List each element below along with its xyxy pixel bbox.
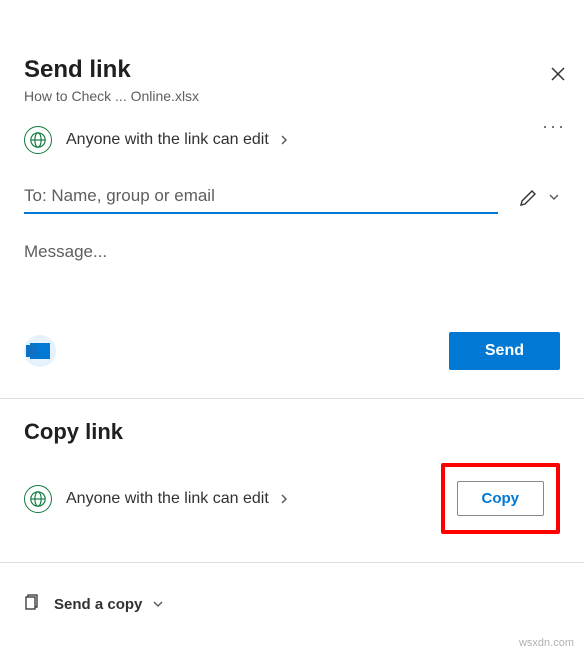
copy-permission-text: Anyone with the link can edit <box>66 490 269 508</box>
close-button[interactable] <box>550 66 566 85</box>
send-link-title: Send link <box>24 56 560 84</box>
chevron-right-icon <box>279 132 289 148</box>
chevron-right-icon <box>279 491 289 507</box>
permission-text: Anyone with the link can edit <box>66 131 269 149</box>
globe-icon <box>24 126 52 154</box>
copy-file-icon <box>24 593 42 616</box>
outlook-icon <box>24 335 56 367</box>
filename-label: How to Check ... Online.xlsx <box>24 88 560 104</box>
copy-button-highlight: Copy <box>441 463 561 534</box>
edit-pen-button[interactable] <box>518 188 538 208</box>
copy-link-permission-row[interactable]: Anyone with the link can edit <box>24 485 289 513</box>
close-icon <box>550 66 566 86</box>
chevron-down-icon <box>152 598 164 610</box>
copy-button[interactable]: Copy <box>457 481 545 516</box>
pencil-icon <box>518 188 538 208</box>
message-input[interactable] <box>24 242 560 262</box>
copy-link-title: Copy link <box>24 419 560 445</box>
send-a-copy-button[interactable]: Send a copy <box>24 593 560 616</box>
link-permission-row[interactable]: Anyone with the link can edit <box>24 126 560 154</box>
globe-icon <box>24 485 52 513</box>
more-options-button[interactable]: ··· <box>542 116 566 137</box>
divider <box>0 562 584 563</box>
recipient-options-dropdown[interactable] <box>548 190 560 206</box>
ellipsis-icon: ··· <box>542 116 566 136</box>
watermark: wsxdn.com <box>519 637 574 649</box>
send-button[interactable]: Send <box>449 332 560 370</box>
chevron-down-icon <box>548 191 560 203</box>
divider <box>0 398 584 399</box>
recipient-input[interactable] <box>24 182 498 214</box>
